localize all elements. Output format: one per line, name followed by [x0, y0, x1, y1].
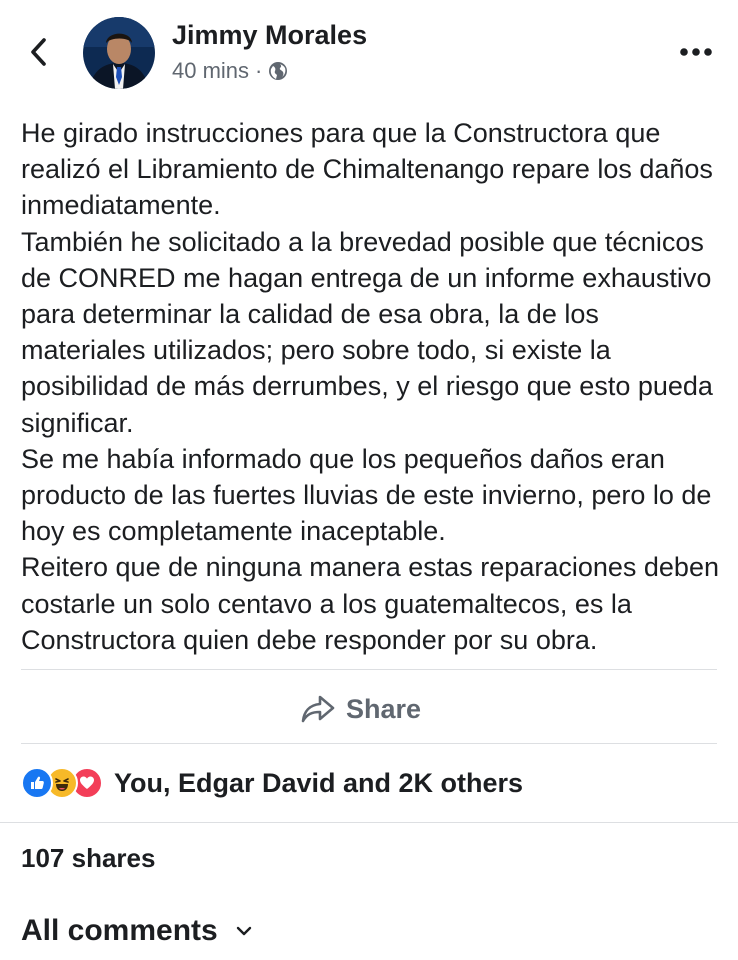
author-name[interactable]: Jimmy Morales [172, 20, 367, 51]
shares-count[interactable]: 107 shares [21, 843, 155, 874]
post-paragraph: Se me había informado que los pequeños d… [21, 443, 712, 547]
like-icon [21, 767, 53, 799]
reaction-icons [21, 767, 103, 799]
avatar[interactable] [83, 17, 155, 89]
chevron-left-icon [31, 38, 46, 66]
more-options-button[interactable] [676, 40, 716, 64]
all-comments-filter[interactable]: All comments [21, 914, 252, 948]
post-paragraph: También he solicitado a la brevedad posi… [21, 226, 713, 438]
divider [21, 743, 717, 744]
back-button[interactable] [24, 32, 54, 72]
post-time[interactable]: 40 mins [172, 58, 249, 84]
post-meta: 40 mins · [172, 58, 288, 84]
reactions-label: You, Edgar David and 2K others [114, 767, 524, 798]
post-paragraph: Reitero que de ninguna manera estas repa… [21, 552, 719, 655]
globe-icon [269, 62, 288, 80]
share-arrow-icon [301, 695, 335, 723]
post-body: He girado instrucciones para que la Cons… [21, 115, 726, 658]
reactions-summary[interactable]: You, Edgar David and 2K others [21, 762, 523, 804]
all-comments-label: All comments [21, 914, 218, 947]
chevron-down-icon [236, 926, 251, 936]
post-header: Jimmy Morales 40 mins · [0, 0, 738, 100]
post-paragraph: He girado instrucciones para que la Cons… [21, 118, 713, 221]
share-label: Share [346, 693, 422, 724]
divider [0, 822, 738, 823]
divider [21, 669, 717, 670]
more-horizontal-icon [680, 48, 712, 56]
meta-separator: · [255, 58, 263, 83]
share-button[interactable]: Share [300, 684, 421, 734]
